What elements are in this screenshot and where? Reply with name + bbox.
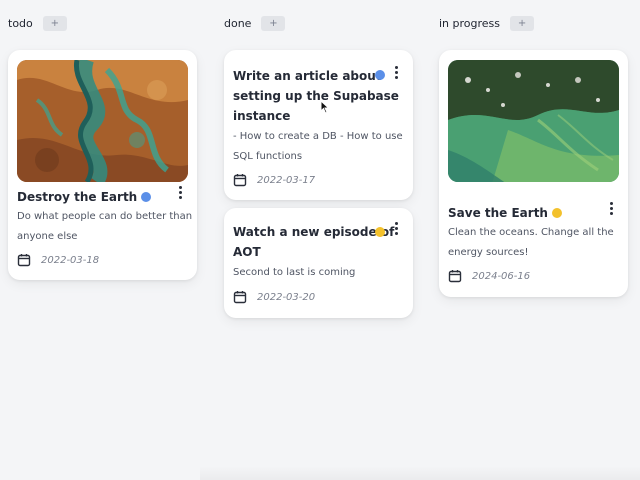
bottom-shadow	[200, 466, 640, 480]
date-text: 2022-03-20	[257, 291, 316, 303]
column-title: todo	[8, 17, 33, 30]
card-description: - How to create a DB - How to use SQL fu…	[233, 127, 403, 167]
card-title: Save the Earth	[448, 203, 562, 223]
calendar-icon	[448, 269, 462, 283]
column-title: in progress	[439, 17, 501, 30]
status-dot	[375, 70, 385, 80]
calendar-icon	[233, 290, 247, 304]
card-date: 2022-03-20	[233, 290, 315, 304]
column-header: todo +	[8, 16, 67, 31]
status-dot	[551, 208, 562, 218]
task-card[interactable]: Save the Earth Clean the oceans. Change …	[439, 50, 628, 297]
description-line: SQL functions	[233, 151, 303, 162]
column-header: done +	[224, 16, 286, 31]
add-card-button[interactable]: +	[42, 16, 67, 31]
description-line: anyone else	[17, 231, 78, 242]
card-description: Second to last is coming	[233, 263, 355, 283]
description-line: Second to last is coming	[233, 267, 356, 278]
card-date: 2022-03-18	[17, 253, 99, 267]
card-title-text: Destroy the Earth	[17, 190, 138, 204]
calendar-icon	[233, 173, 247, 187]
card-title-line: setting up the Supabase	[233, 89, 399, 103]
card-title-text: Save the Earth	[448, 206, 548, 220]
add-card-button[interactable]: +	[261, 16, 286, 31]
card-image	[448, 60, 619, 182]
card-title-line: Write an article about	[233, 69, 382, 83]
kebab-menu-icon[interactable]	[176, 186, 184, 200]
card-title-line: Watch a new episode of	[233, 225, 395, 239]
date-text: 2024-06-16	[472, 270, 531, 282]
calendar-icon	[17, 253, 31, 267]
column-title: done	[224, 17, 252, 30]
date-text: 2022-03-17	[257, 174, 316, 186]
description-line: energy sources!	[448, 247, 529, 258]
kebab-menu-icon[interactable]	[392, 66, 400, 80]
description-line: - How to create a DB - How to use	[233, 131, 403, 142]
status-dot	[375, 227, 385, 237]
mouse-pointer-icon	[320, 99, 330, 118]
kebab-menu-icon[interactable]	[607, 202, 615, 216]
task-card[interactable]: Watch a new episode of AOT Second to las…	[224, 208, 413, 318]
task-card[interactable]: Write an article about setting up the Su…	[224, 50, 413, 200]
status-dot	[141, 192, 152, 202]
column-header: in progress +	[439, 16, 535, 31]
description-line: Clean the oceans. Change all the	[448, 227, 614, 238]
card-date: 2024-06-16	[448, 269, 530, 283]
card-description: Do what people can do better than anyone…	[17, 207, 192, 247]
description-line: Do what people can do better than	[17, 211, 193, 222]
card-title: Destroy the Earth	[17, 187, 152, 207]
card-title: Watch a new episode of AOT	[233, 222, 394, 262]
card-description: Clean the oceans. Change all the energy …	[448, 223, 614, 263]
card-image	[17, 60, 188, 182]
card-title-line: AOT	[233, 245, 261, 259]
date-text: 2022-03-18	[41, 254, 100, 266]
card-title-line: instance	[233, 109, 291, 123]
add-card-button[interactable]: +	[510, 16, 535, 31]
kebab-menu-icon[interactable]	[392, 222, 400, 236]
task-card[interactable]: Destroy the Earth Do what people can do …	[8, 50, 197, 280]
card-date: 2022-03-17	[233, 173, 315, 187]
